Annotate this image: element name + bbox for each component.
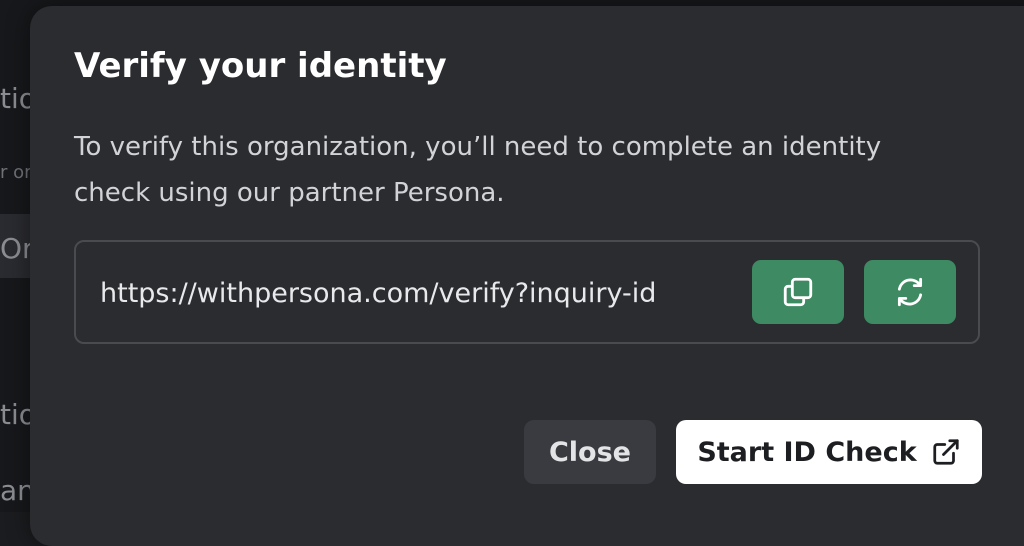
background-text: r or <box>0 162 32 183</box>
start-id-check-label: Start ID Check <box>697 436 917 468</box>
verify-identity-dialog: Verify your identity To verify this orga… <box>30 6 1024 546</box>
start-id-check-button[interactable]: Start ID Check <box>676 420 982 484</box>
close-button-label: Close <box>548 436 631 468</box>
copy-icon <box>783 277 813 307</box>
external-link-icon <box>933 439 959 465</box>
verification-url-input[interactable] <box>100 266 740 320</box>
verification-url-box <box>74 240 980 344</box>
refresh-url-button[interactable] <box>864 260 956 324</box>
copy-url-button[interactable] <box>752 260 844 324</box>
dialog-title: Verify your identity <box>74 46 447 86</box>
close-button[interactable]: Close <box>524 420 656 484</box>
refresh-icon <box>897 277 923 307</box>
dialog-description: To verify this organization, you’ll need… <box>74 132 882 208</box>
